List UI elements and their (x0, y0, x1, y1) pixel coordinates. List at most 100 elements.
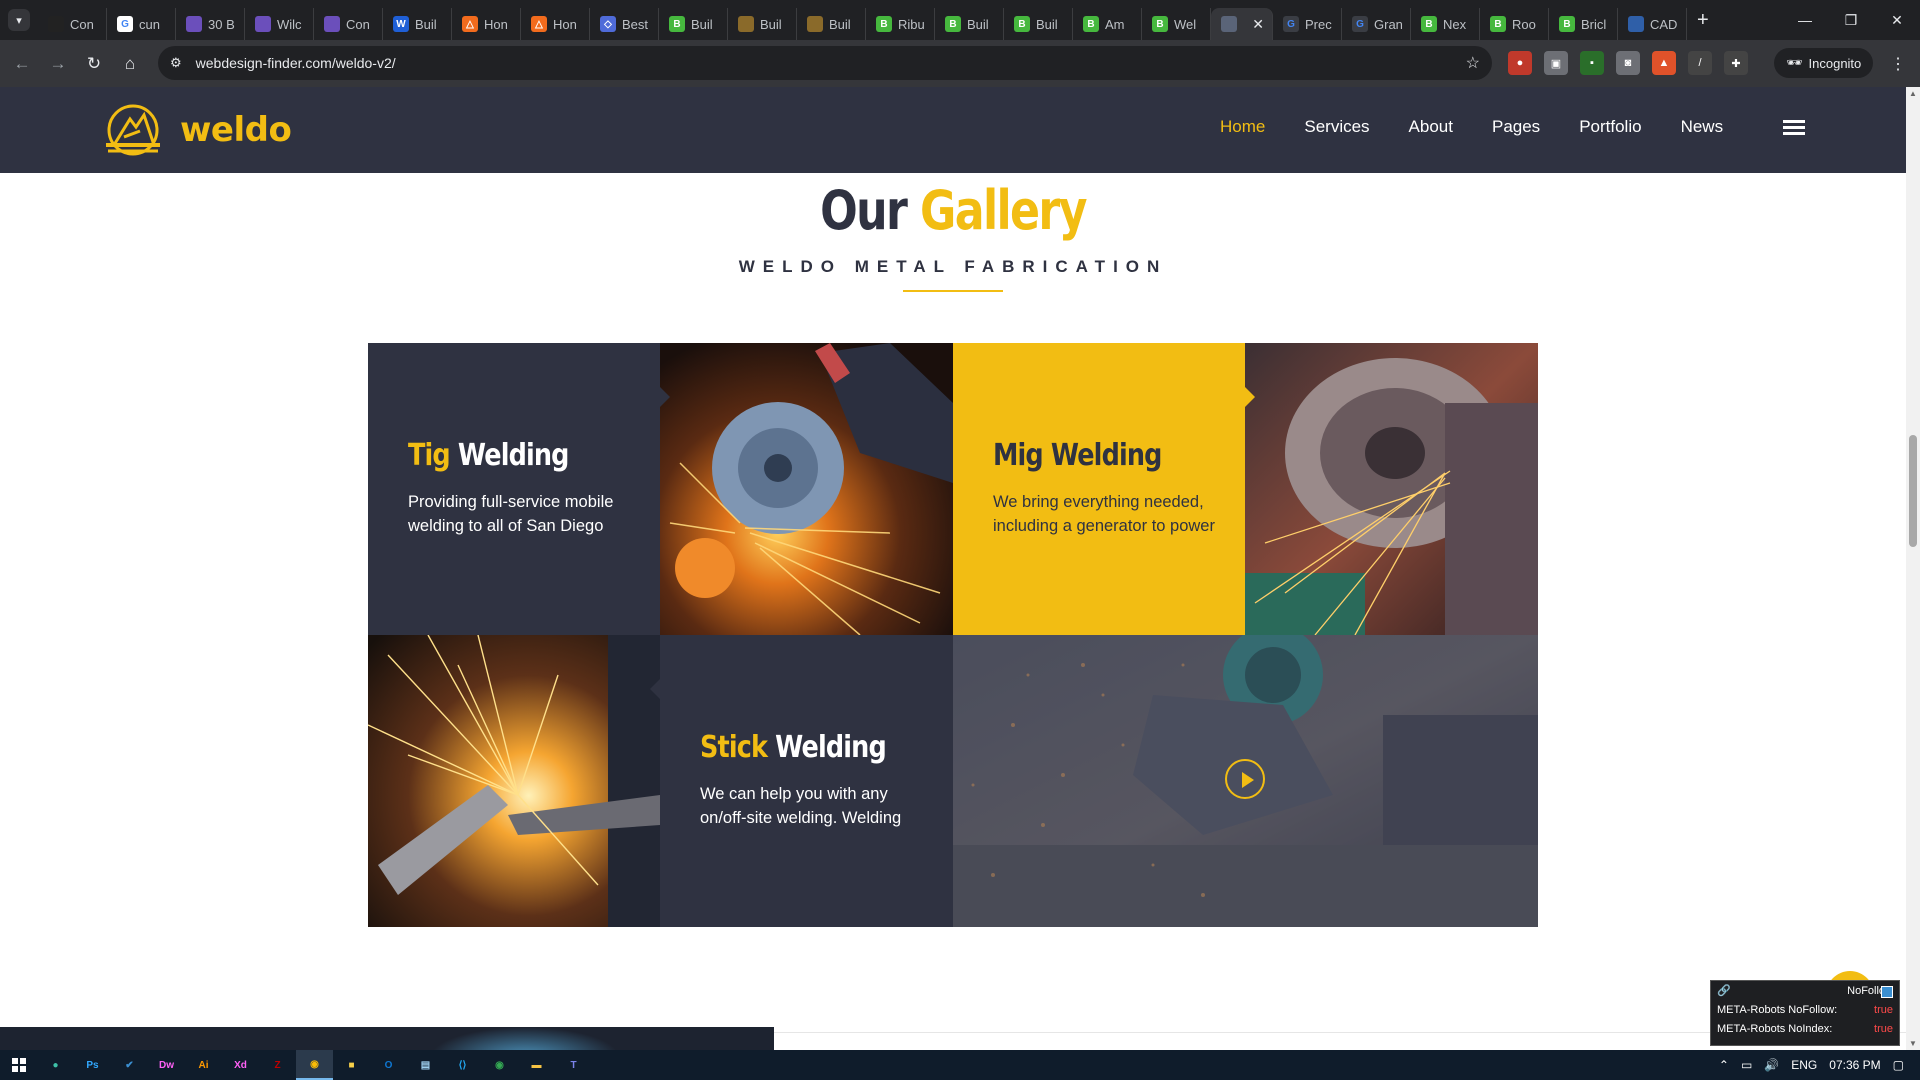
nav-pages[interactable]: Pages (1492, 117, 1540, 137)
bookmark-star-icon[interactable]: ☆ (1466, 53, 1480, 73)
browser-tab[interactable]: ✕ (1211, 8, 1273, 40)
close-tab-icon[interactable]: ✕ (1252, 16, 1264, 33)
hamburger-menu-icon[interactable] (1783, 120, 1805, 138)
vscode-icon[interactable]: ⟨⟩ (444, 1050, 481, 1080)
seo-row-value: true (1874, 1003, 1893, 1016)
forward-icon[interactable]: → (40, 54, 76, 74)
photoshop-icon[interactable]: Ps (74, 1050, 111, 1080)
browser-tab[interactable]: B Roo (1480, 8, 1549, 40)
notifications-icon[interactable]: ▢ (1893, 1058, 1904, 1072)
scrollbar-thumb[interactable] (1909, 435, 1917, 547)
browser-tab[interactable]: B Buil (935, 8, 1004, 40)
sticky-notes-icon[interactable]: ■ (333, 1050, 370, 1080)
browser-tab[interactable]: Wilc (245, 8, 314, 40)
card-mig-welding[interactable]: Mig Welding We bring everything needed, … (953, 343, 1245, 635)
card-stick-welding[interactable]: Stick Welding We can help you with any o… (660, 635, 953, 927)
clock[interactable]: 07:36 PM (1829, 1058, 1880, 1072)
browser-tab[interactable]: Con (314, 8, 383, 40)
extension-icon[interactable]: ▲ (1652, 51, 1676, 75)
close-window-icon[interactable]: ✕ (1874, 0, 1920, 40)
chrome-active-icon[interactable]: ◉ (296, 1050, 333, 1080)
browser-tab[interactable]: B Am (1073, 8, 1142, 40)
browser-tab[interactable]: CAD (1618, 8, 1687, 40)
browser-tab[interactable]: △ Hon (452, 8, 521, 40)
extension-icon[interactable]: ▣ (1544, 51, 1568, 75)
url-text[interactable]: webdesign-finder.com/weldo-v2/ (196, 55, 396, 71)
xd-icon[interactable]: Xd (222, 1050, 259, 1080)
browser-tab[interactable]: G Prec (1273, 8, 1342, 40)
seo-panel-checkbox[interactable] (1881, 986, 1893, 998)
next-section-banner (0, 1027, 774, 1050)
browser-tab[interactable]: B Bricl (1549, 8, 1618, 40)
browser-tab[interactable]: ◇ Best (590, 8, 659, 40)
nav-home[interactable]: Home (1220, 117, 1265, 137)
tab-title: 30 B (208, 16, 235, 32)
puzzle-icon[interactable]: ✚ (1724, 51, 1748, 75)
minimize-icon[interactable]: — (1782, 0, 1828, 40)
browser-tab[interactable]: Gcun (107, 8, 176, 40)
gallery-image-cutting[interactable] (368, 635, 660, 927)
volume-icon[interactable]: 🔊 (1764, 1058, 1779, 1072)
reload-icon[interactable]: ↻ (76, 54, 112, 74)
extension-icon[interactable]: ● (1508, 51, 1532, 75)
site-info-icon[interactable]: ⚙ (170, 55, 182, 71)
link-icon: 🔗 (1717, 985, 1731, 997)
network-icon[interactable]: ▭ (1741, 1058, 1752, 1072)
browser-tab[interactable]: Buil (728, 8, 797, 40)
extension-icon[interactable]: / (1688, 51, 1712, 75)
tab-favicon-icon: B (1559, 16, 1575, 32)
new-tab-button[interactable]: + (1697, 9, 1709, 32)
browser-tab[interactable]: W Buil (383, 8, 452, 40)
outlook-icon[interactable]: O (370, 1050, 407, 1080)
browser-tab[interactable]: 30 B (176, 8, 245, 40)
browser-tab[interactable]: B Buil (1004, 8, 1073, 40)
chrome-icon[interactable]: ◉ (481, 1050, 518, 1080)
home-icon[interactable]: ⌂ (112, 54, 148, 74)
site-logo[interactable]: weldo (100, 101, 292, 159)
play-button-icon[interactable] (1225, 759, 1265, 799)
gallery-image-lathe[interactable] (1245, 343, 1538, 635)
browser-tab[interactable]: B Nex (1411, 8, 1480, 40)
nav-about[interactable]: About (1409, 117, 1453, 137)
camera-icon[interactable]: ◙ (1616, 51, 1640, 75)
teams-icon[interactable]: T (555, 1050, 592, 1080)
card-tig-welding[interactable]: Tig Welding Providing full-service mobil… (368, 343, 660, 635)
nav-news[interactable]: News (1681, 117, 1724, 137)
incognito-badge[interactable]: 🕶 Incognito (1774, 48, 1874, 78)
logo-mark-icon (106, 104, 160, 156)
browser-tab[interactable]: G Gran (1342, 8, 1411, 40)
restore-icon[interactable]: ❐ (1828, 0, 1874, 40)
gallery-video[interactable] (953, 635, 1538, 927)
page-scrollbar[interactable]: ▲ ▼ (1906, 87, 1920, 1050)
tab-favicon-icon: B (1083, 16, 1099, 32)
file-explorer-icon[interactable]: ▬ (518, 1050, 555, 1080)
back-icon[interactable]: ← (4, 54, 40, 74)
tray-chevron-icon[interactable]: ⌃ (1719, 1058, 1729, 1072)
nav-portfolio[interactable]: Portfolio (1579, 117, 1641, 137)
gallery-image-angle-grinder[interactable] (660, 343, 953, 635)
browser-menu-icon[interactable]: ⋮ (1890, 54, 1906, 74)
address-bar[interactable]: ⚙ webdesign-finder.com/weldo-v2/ ☆ (158, 46, 1492, 80)
browser-tab[interactable]: Con (38, 8, 107, 40)
start-menu-icon[interactable] (0, 1050, 37, 1080)
browser-tab[interactable]: B Wel (1142, 8, 1211, 40)
browser-tab[interactable]: △ Hon (521, 8, 590, 40)
gallery-title-part2: Gallery (920, 179, 1087, 242)
language-indicator[interactable]: ENG (1791, 1058, 1817, 1072)
browser-tab[interactable]: Buil (797, 8, 866, 40)
filezilla-icon[interactable]: Z (259, 1050, 296, 1080)
edge-icon[interactable]: ● (37, 1050, 74, 1080)
browser-tab[interactable]: B Ribu (866, 8, 935, 40)
notepad-icon[interactable]: ▤ (407, 1050, 444, 1080)
scroll-down-icon[interactable]: ▼ (1906, 1039, 1920, 1048)
tab-search-button[interactable]: ▾ (8, 9, 30, 31)
dreamweaver-icon[interactable]: Dw (148, 1050, 185, 1080)
scroll-up-icon[interactable]: ▲ (1906, 89, 1920, 98)
todo-icon[interactable]: ✔ (111, 1050, 148, 1080)
tab-title: Buil (691, 16, 713, 32)
browser-tab[interactable]: B Buil (659, 8, 728, 40)
tab-title: Ribu (898, 16, 925, 32)
extension-icon[interactable]: ▪ (1580, 51, 1604, 75)
illustrator-icon[interactable]: Ai (185, 1050, 222, 1080)
nav-services[interactable]: Services (1304, 117, 1369, 137)
